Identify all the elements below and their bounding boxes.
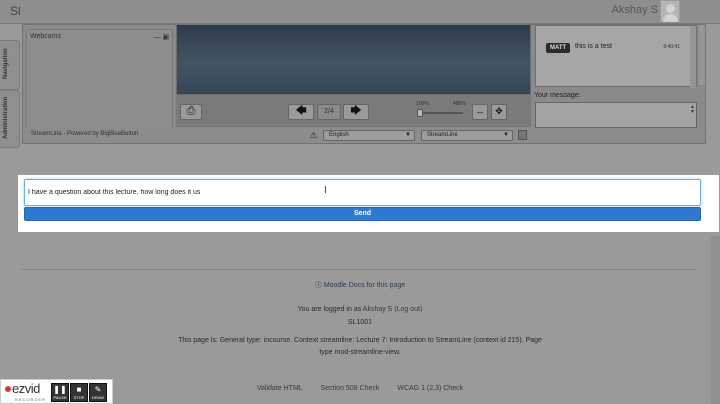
logout-link[interactable]: (Log out) [394, 306, 422, 313]
section-508-link[interactable]: Section 508 Check [321, 385, 380, 392]
moodle-docs-line: ⓘ Moodle Docs for this page [0, 280, 720, 290]
zoom-slider[interactable] [417, 109, 463, 117]
chat-message: MATT this is a test 9:40:41 [546, 42, 682, 56]
warning-icon[interactable]: ⚠ [308, 130, 319, 140]
panel-scrollbar[interactable] [699, 25, 705, 85]
stop-button[interactable]: ■ STOP [70, 383, 88, 402]
moodle-docs-link[interactable]: Moodle Docs for this page [324, 282, 405, 289]
pause-label: PAUSE [53, 395, 67, 400]
stop-icon: ■ [76, 385, 82, 394]
settings-button[interactable] [518, 130, 527, 140]
info-icon: ⓘ [314, 282, 324, 289]
your-message-label: Your message: [534, 92, 581, 99]
chevron-down-icon: ▼ [503, 132, 509, 138]
recorder-logo: ezvid [12, 381, 40, 396]
upload-icon: ⎙ [186, 105, 196, 117]
arrow-left-icon: 🡄 [295, 105, 307, 117]
text-cursor-icon: I [324, 185, 327, 196]
question-input[interactable] [24, 179, 701, 206]
user-menu-name[interactable]: Akshay S [612, 4, 658, 16]
chat-message-text: this is a test [575, 43, 612, 50]
tab-navigation[interactable]: Navigation [0, 40, 20, 90]
webcam-panel: Webcams — ▣ [26, 29, 173, 131]
upload-presentation-button[interactable]: ⎙ [180, 104, 202, 120]
chat-timestamp: 9:40:41 [663, 44, 680, 50]
fit-page-button[interactable]: ✥ [491, 104, 507, 120]
zoom-max-label: 400% [453, 101, 466, 107]
page-indicator[interactable]: 2/4 [317, 104, 341, 120]
stop-label: STOP [73, 395, 85, 400]
tab-administration[interactable]: Administration [0, 90, 20, 148]
move-icon: ✥ [495, 106, 503, 116]
player-status-bar: StreamLine - Powered by BigBlueButton ⚠ … [23, 128, 705, 143]
top-navbar: Sl Akshay S [0, 0, 720, 24]
layout-select[interactable]: StreamLine ▼ [421, 130, 513, 141]
chat-scrollbar[interactable] [690, 26, 696, 88]
question-form: I Send [18, 175, 719, 232]
chat-message-input[interactable]: ▲ ▼ [535, 102, 697, 128]
language-select[interactable]: English ▼ [323, 130, 415, 141]
divider [22, 269, 696, 270]
arrow-right-icon: 🡆 [350, 105, 362, 117]
presentation-slide [176, 25, 531, 95]
zoom-min-label: 100% [416, 101, 429, 107]
site-brand[interactable]: Sl [10, 4, 21, 18]
draw-label: DRAW [91, 395, 105, 400]
page-info-line-1: This page is: General type: incourse. Co… [178, 337, 542, 344]
presentation-toolbar: ⎙ 🡄 2/4 🡆 100% 400% ↔ ✥ [176, 95, 531, 127]
streamline-player: Webcams — ▣ ⎙ 🡄 2/4 🡆 100% 400% ↔ ✥ MATT… [22, 24, 706, 144]
expand-horizontal-icon: ↔ [475, 106, 485, 116]
recorder-sub-label: RECORDER [15, 397, 46, 402]
zoom-slider-handle[interactable] [417, 109, 423, 117]
avatar[interactable] [660, 0, 680, 22]
pause-button[interactable]: ❚❚ PAUSE [51, 383, 69, 402]
webcam-title: Webcams [30, 33, 61, 40]
login-info: You are logged in as Akshay S (Log out) [0, 306, 720, 313]
layout-select-value: StreamLine [427, 132, 458, 138]
chat-log: MATT this is a test 9:40:41 [535, 25, 697, 88]
chat-user-badge: MATT [546, 43, 571, 53]
next-slide-button[interactable]: 🡆 [343, 104, 369, 120]
course-link[interactable]: SL1001 [0, 319, 720, 326]
pencil-icon: ✎ [94, 385, 102, 394]
draw-button[interactable]: ✎ DRAW [89, 383, 107, 402]
send-button[interactable]: Send [24, 207, 701, 221]
chevron-down-icon: ▼ [405, 132, 411, 138]
wcag-link[interactable]: WCAG 1 (2,3) Check [397, 385, 463, 392]
logged-in-prefix: You are logged in as [297, 306, 363, 313]
fit-width-button[interactable]: ↔ [472, 104, 488, 120]
powered-by-text: StreamLine - Powered by BigBlueButton [31, 131, 139, 137]
scroll-arrows-icon[interactable]: ▲ ▼ [690, 105, 695, 115]
tab-navigation-label: Navigation [3, 48, 9, 79]
record-indicator-icon [5, 386, 11, 392]
profile-link[interactable]: Akshay S [363, 306, 393, 313]
webcam-window-controls[interactable]: — ▣ [153, 33, 169, 41]
pause-icon: ❚❚ [53, 385, 67, 394]
language-select-value: English [329, 132, 349, 138]
previous-slide-button[interactable]: 🡄 [288, 104, 314, 120]
tab-administration-label: Administration [3, 96, 9, 139]
screen-recorder-widget: ezvid RECORDER ❚❚ PAUSE ■ STOP ✎ DRAW [0, 379, 113, 404]
validate-html-link[interactable]: Validate HTML [257, 385, 303, 392]
page-info-line-2: type mod-streamline-view. [319, 349, 401, 356]
